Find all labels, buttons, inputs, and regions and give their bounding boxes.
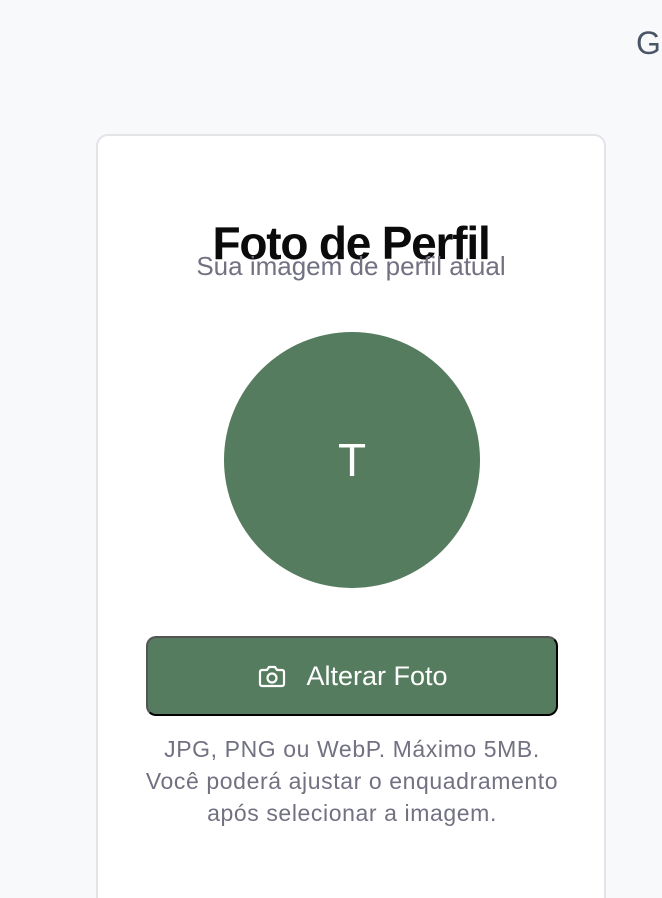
profile-photo-subtitle: Sua imagem de perfil atual — [196, 251, 506, 281]
clipped-header-text: G — [636, 25, 661, 61]
photo-upload-help-text: JPG, PNG ou WebP. Máximo 5MB. Você poder… — [145, 736, 559, 826]
camera-icon — [256, 660, 288, 692]
profile-photo-card: Foto de Perfil Sua imagem de perfil atua… — [96, 134, 606, 898]
avatar-initial: T — [337, 434, 367, 486]
profile-avatar: T — [224, 332, 480, 588]
change-photo-button[interactable]: Alterar Foto — [146, 636, 558, 716]
change-photo-button-label: Alterar Foto — [306, 661, 448, 691]
profile-settings-page: G Foto de Perfil Sua imagem de perfil at… — [0, 0, 662, 898]
